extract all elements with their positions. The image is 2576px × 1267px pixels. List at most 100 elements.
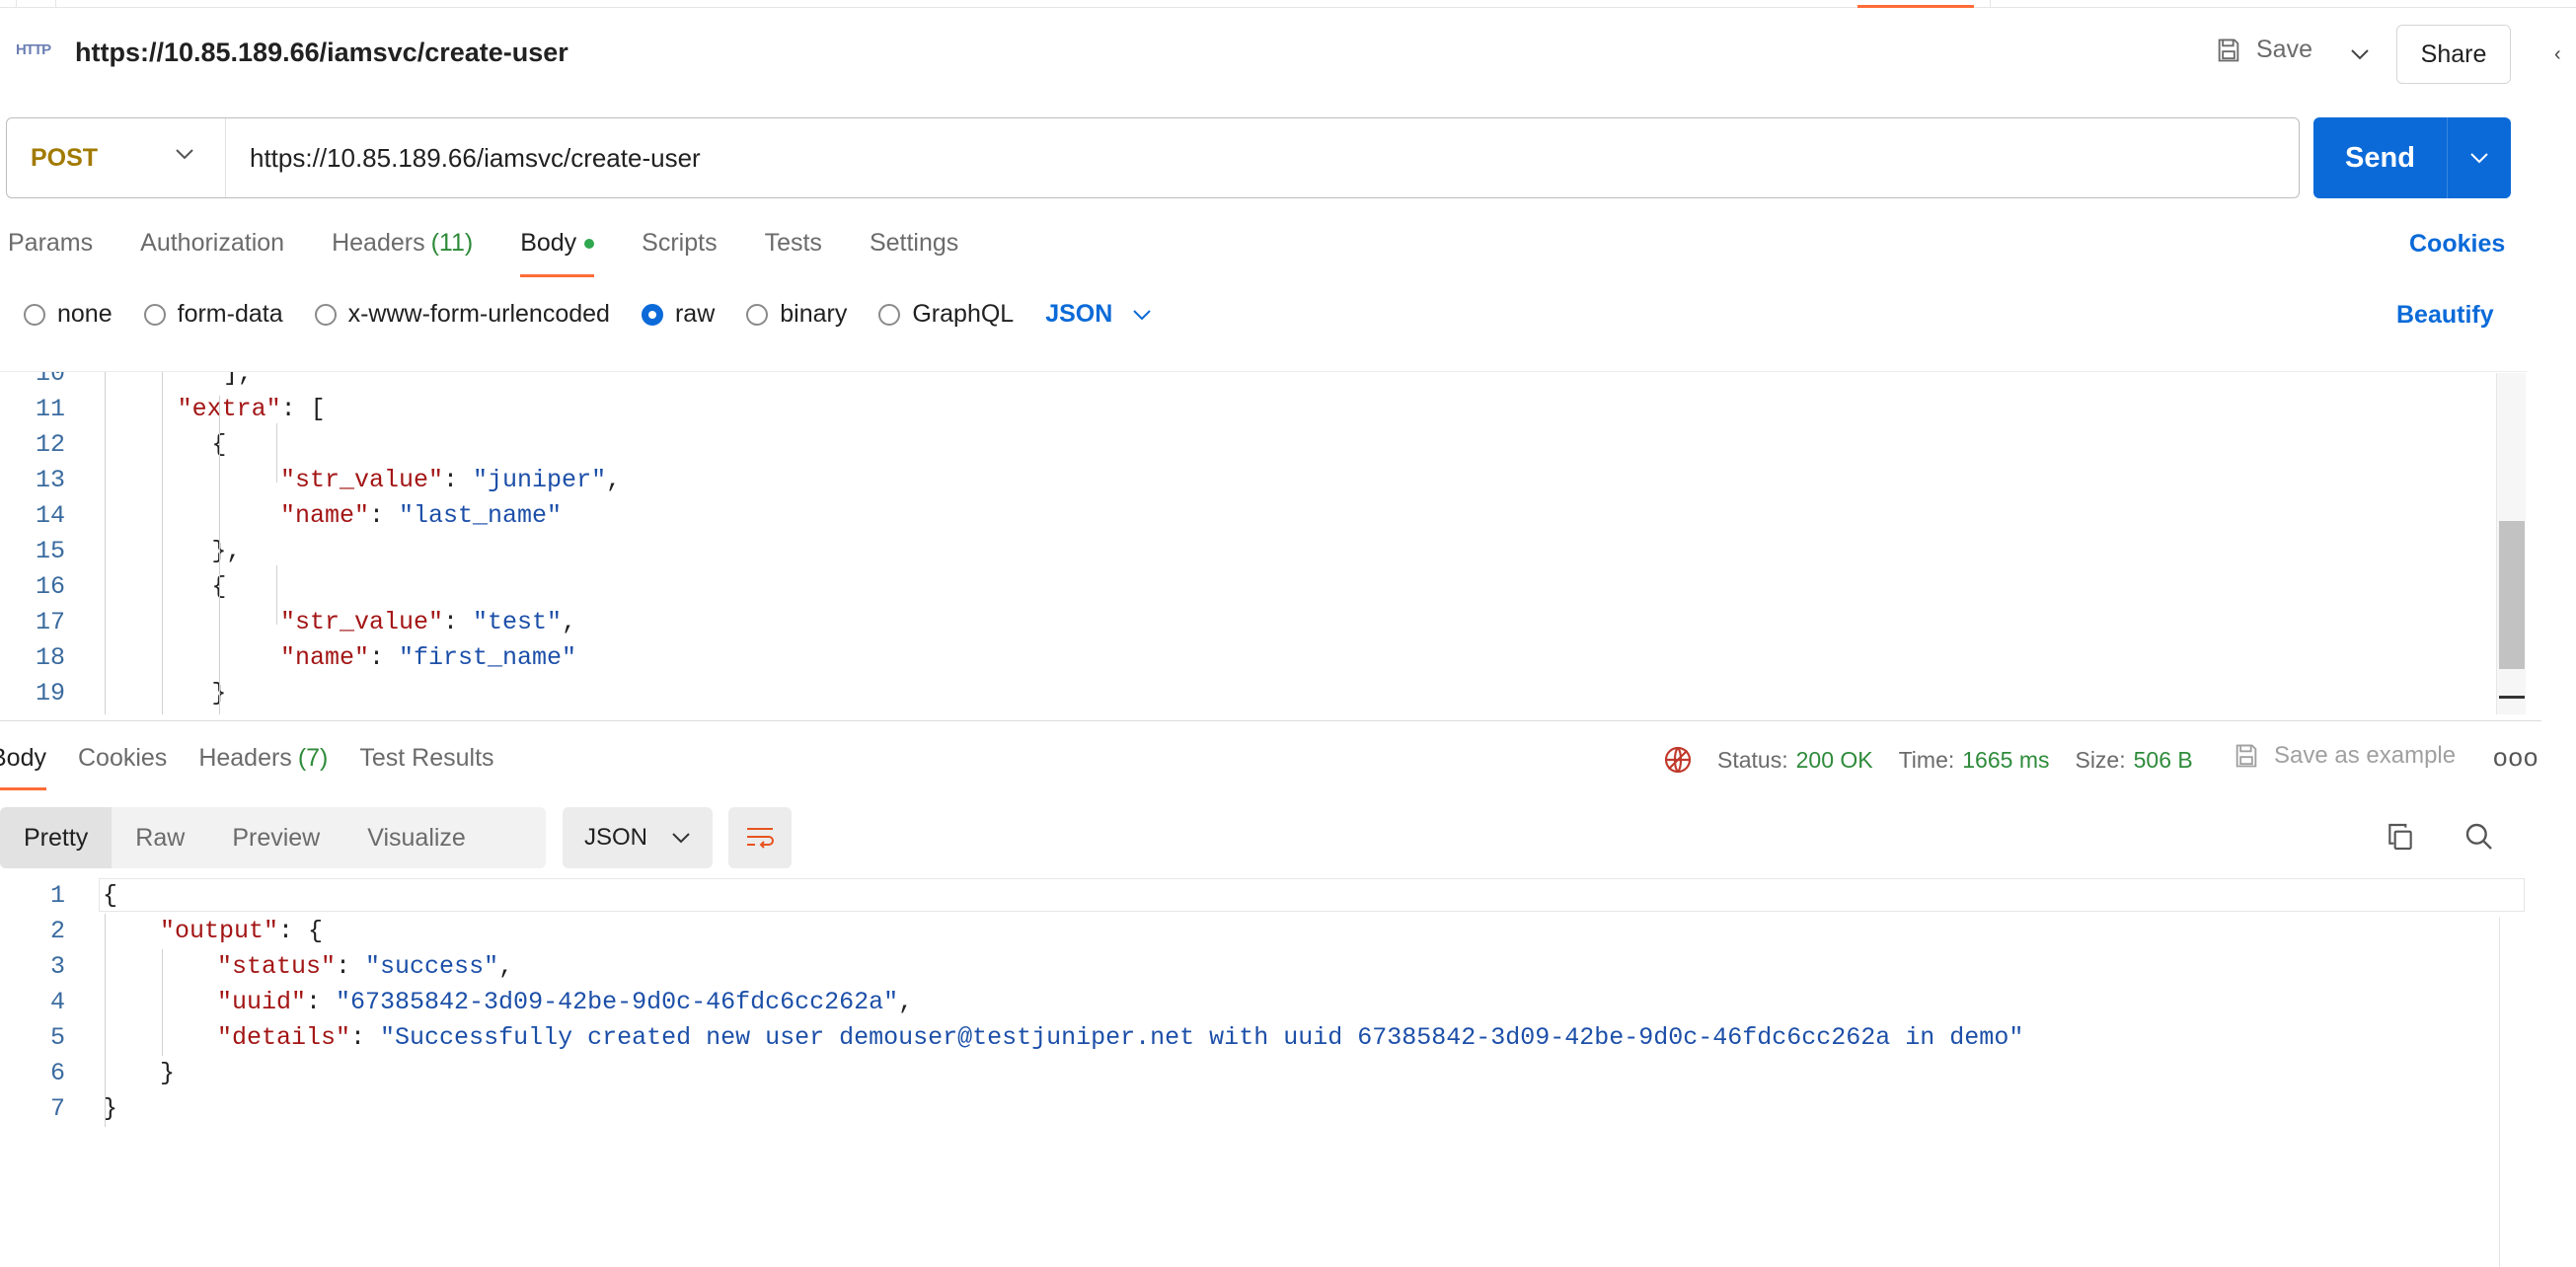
response-body-viewer[interactable]: 1{2 "output": {3 "status": "success", 4 "uui… xyxy=(0,878,2527,1267)
save-as-example-button[interactable]: Save as example xyxy=(2233,742,2456,770)
line-number: 4 xyxy=(49,988,65,1016)
line-number: 14 xyxy=(35,501,65,530)
copy-icon[interactable] xyxy=(2385,821,2416,857)
body-mode-options: none form-data x-www-form-urlencoded raw… xyxy=(24,300,1152,329)
size-value[interactable]: 506 B xyxy=(2134,747,2193,774)
json-key: "extra" xyxy=(177,395,281,423)
beautify-button[interactable]: Beautify xyxy=(2396,301,2494,330)
json-string: "test" xyxy=(473,608,563,636)
search-icon[interactable] xyxy=(2463,821,2495,857)
edge-arrow-icon[interactable]: ‹ xyxy=(2554,43,2561,66)
code-line: 18 "name": "first_name" xyxy=(0,640,2467,676)
code-line: 14 "name": "last_name" xyxy=(0,498,2467,534)
radio-none[interactable]: none xyxy=(24,300,113,329)
response-format-select[interactable]: JSON xyxy=(563,807,713,868)
radio-binary[interactable]: binary xyxy=(746,300,847,329)
chevron-down-icon xyxy=(2470,153,2488,164)
request-body-editor[interactable]: 10],11"extra": [12{13"str_value": "junip… xyxy=(0,371,2527,714)
globe-blocked-icon[interactable] xyxy=(1662,744,1694,776)
response-view-switcher: Pretty Raw Preview Visualize xyxy=(0,807,546,868)
radio-urlencoded[interactable]: x-www-form-urlencoded xyxy=(314,300,610,329)
json-string: "juniper" xyxy=(473,466,607,494)
radio-form-data[interactable]: form-data xyxy=(143,300,283,329)
cookies-link[interactable]: Cookies xyxy=(2409,230,2505,259)
modified-dot xyxy=(584,238,595,249)
url-input[interactable]: https://10.85.189.66/iamsvc/create-user xyxy=(226,143,701,174)
wrap-lines-button[interactable] xyxy=(728,807,792,868)
tab-headers[interactable]: Headers (11) xyxy=(332,229,473,258)
status-value[interactable]: 200 OK xyxy=(1796,747,1873,774)
request-tabs: Params Authorization Headers (11) Body S… xyxy=(8,229,1006,277)
indent-guide xyxy=(276,423,277,483)
line-number: 10 xyxy=(35,371,65,388)
json-key: "uuid" xyxy=(217,988,307,1016)
indent-guide xyxy=(162,372,163,714)
tab-authorization[interactable]: Authorization xyxy=(140,229,284,258)
editor-scrollbar[interactable] xyxy=(2496,373,2526,714)
active-tab-indicator xyxy=(1857,5,1974,8)
headers-count: (11) xyxy=(430,229,474,257)
line-number: 11 xyxy=(35,395,65,423)
radio-raw[interactable]: raw xyxy=(641,300,715,329)
line-number: 15 xyxy=(35,537,65,565)
send-options-button[interactable] xyxy=(2448,152,2511,164)
code-line: 6} xyxy=(0,1056,2467,1091)
send-label: Send xyxy=(2345,141,2415,174)
response-tab-cookies[interactable]: Cookies xyxy=(78,744,167,773)
tab-tests[interactable]: Tests xyxy=(765,229,822,258)
response-tab-body[interactable]: Body xyxy=(0,744,46,790)
line-number: 13 xyxy=(35,466,65,494)
view-pretty[interactable]: Pretty xyxy=(0,807,113,868)
code-punct: }, xyxy=(211,537,242,565)
response-meta: Status: 200 OK Time: 1665 ms Size: 506 B xyxy=(1662,744,2219,776)
save-icon xyxy=(2218,38,2239,61)
line-number: 12 xyxy=(35,430,65,459)
url-bar: POST https://10.85.189.66/iamsvc/create-… xyxy=(6,117,2300,198)
response-headers-count: (7) xyxy=(297,744,329,772)
line-number: 2 xyxy=(49,917,65,945)
body-language-select[interactable]: JSON xyxy=(1045,300,1152,329)
json-key: "output" xyxy=(160,917,279,945)
scrollbar-thumb[interactable] xyxy=(2499,521,2525,669)
response-tab-headers[interactable]: Headers (7) xyxy=(198,744,328,773)
line-number: 17 xyxy=(35,608,65,636)
wrap-icon xyxy=(747,828,774,849)
indent-guide xyxy=(105,914,106,1127)
json-string: "last_name" xyxy=(399,501,563,530)
tab-settings[interactable]: Settings xyxy=(870,229,958,258)
indent-guide xyxy=(162,949,163,1056)
save-label: Save xyxy=(2256,36,2312,63)
share-button[interactable]: Share xyxy=(2396,25,2511,84)
view-visualize[interactable]: Visualize xyxy=(343,807,490,868)
code-line: 16{ xyxy=(0,569,2467,605)
code-punct: , xyxy=(562,608,577,636)
save-button[interactable]: Save xyxy=(2215,36,2312,64)
indent-guide xyxy=(276,565,277,625)
line-number: 5 xyxy=(49,1023,65,1052)
time-label: Time: xyxy=(1898,746,1955,773)
request-title[interactable]: https://10.85.189.66/iamsvc/create-user xyxy=(75,37,568,68)
save-options-button[interactable] xyxy=(2339,30,2381,79)
indent-guide xyxy=(219,396,220,714)
radio-graphql[interactable]: GraphQL xyxy=(878,300,1014,329)
method-select[interactable]: POST xyxy=(7,118,226,197)
response-tabs: Body Cookies Headers (7) Test Results xyxy=(0,744,526,790)
code-line: 11 "extra": [ xyxy=(0,392,2467,427)
code-punct: ], xyxy=(223,371,254,388)
code-line: 10], xyxy=(0,371,2467,392)
line-number: 3 xyxy=(49,952,65,981)
response-tab-test-results[interactable]: Test Results xyxy=(359,744,493,773)
pane-divider[interactable] xyxy=(0,720,2541,721)
tab-body[interactable]: Body xyxy=(520,229,595,277)
time-value[interactable]: 1665 ms xyxy=(1962,747,2049,774)
send-button[interactable]: Send xyxy=(2313,117,2511,198)
tab-scripts[interactable]: Scripts xyxy=(642,229,717,258)
code-line: 7} xyxy=(0,1091,2467,1127)
tab-body-label: Body xyxy=(520,229,577,257)
code-line: 1{ xyxy=(0,878,2467,914)
code-punct: { xyxy=(103,881,118,910)
more-options-icon[interactable]: ooo xyxy=(2493,742,2538,773)
view-raw[interactable]: Raw xyxy=(112,807,208,868)
view-preview[interactable]: Preview xyxy=(208,807,343,868)
tab-params[interactable]: Params xyxy=(8,229,93,258)
